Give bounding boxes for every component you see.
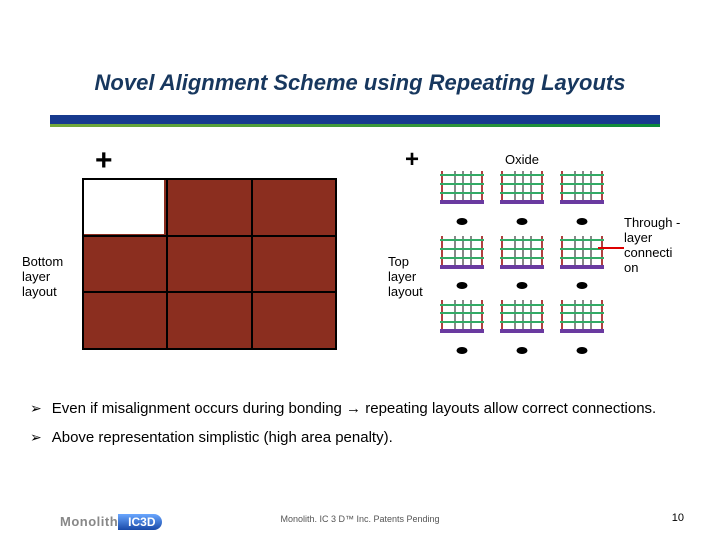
top-layer-grid bbox=[437, 170, 607, 352]
callout-line bbox=[598, 247, 624, 249]
through-via-icon bbox=[517, 218, 528, 225]
page-number: 10 bbox=[672, 512, 684, 524]
circuit-cell bbox=[437, 235, 487, 288]
through-layer-label: Through -layer connecti on bbox=[624, 215, 684, 275]
circuit-cell bbox=[497, 235, 547, 288]
through-via-icon bbox=[517, 347, 528, 354]
through-via-icon bbox=[457, 347, 468, 354]
landing-pad bbox=[84, 293, 166, 348]
landing-pad bbox=[253, 180, 335, 235]
bullet-item: ➢ Above representation simplistic (high a… bbox=[30, 424, 680, 453]
landing-pad bbox=[253, 293, 335, 348]
landing-pad bbox=[168, 180, 250, 235]
bullet-text: Above representation simplistic (high ar… bbox=[52, 424, 393, 453]
bullet-marker-icon: ➢ bbox=[30, 424, 42, 453]
bullet-item: ➢ Even if misalignment occurs during bond… bbox=[30, 395, 680, 424]
bullet-marker-icon: ➢ bbox=[30, 395, 42, 424]
footer-patents: Monolith. IC 3 D™ Inc. Patents Pending bbox=[0, 514, 720, 524]
diagram: + + Oxide Landingpad Bottom layer layout… bbox=[0, 140, 720, 370]
landing-pad bbox=[253, 237, 335, 292]
through-via-icon bbox=[517, 282, 528, 289]
alignment-mark-icon: + bbox=[95, 146, 113, 176]
landing-pad bbox=[84, 237, 166, 292]
alignment-mark-icon: + bbox=[405, 148, 419, 172]
bottom-layer-label: Bottom layer layout bbox=[22, 254, 77, 299]
through-via-icon bbox=[457, 218, 468, 225]
circuit-cell bbox=[437, 299, 487, 352]
bullet-text: Even if misalignment occurs during bondi… bbox=[52, 395, 656, 424]
through-via-icon bbox=[577, 218, 588, 225]
slide-title: Novel Alignment Scheme using Repeating L… bbox=[0, 70, 720, 96]
circuit-cell bbox=[557, 170, 607, 223]
circuit-cell bbox=[497, 170, 547, 223]
circuit-cell bbox=[437, 170, 487, 223]
oxide-label: Oxide bbox=[505, 152, 539, 167]
landing-pad bbox=[168, 293, 250, 348]
circuit-cell bbox=[557, 235, 607, 288]
circuit-cell bbox=[497, 299, 547, 352]
bullet-list: ➢ Even if misalignment occurs during bond… bbox=[30, 395, 680, 452]
through-via-icon bbox=[457, 282, 468, 289]
through-via-icon bbox=[577, 282, 588, 289]
circuit-cell bbox=[557, 299, 607, 352]
landing-pad bbox=[168, 237, 250, 292]
divider bbox=[50, 115, 660, 127]
top-layer-label: Top layer layout bbox=[388, 254, 438, 299]
landing-pad-whiteout bbox=[84, 180, 164, 234]
through-via-icon bbox=[577, 347, 588, 354]
